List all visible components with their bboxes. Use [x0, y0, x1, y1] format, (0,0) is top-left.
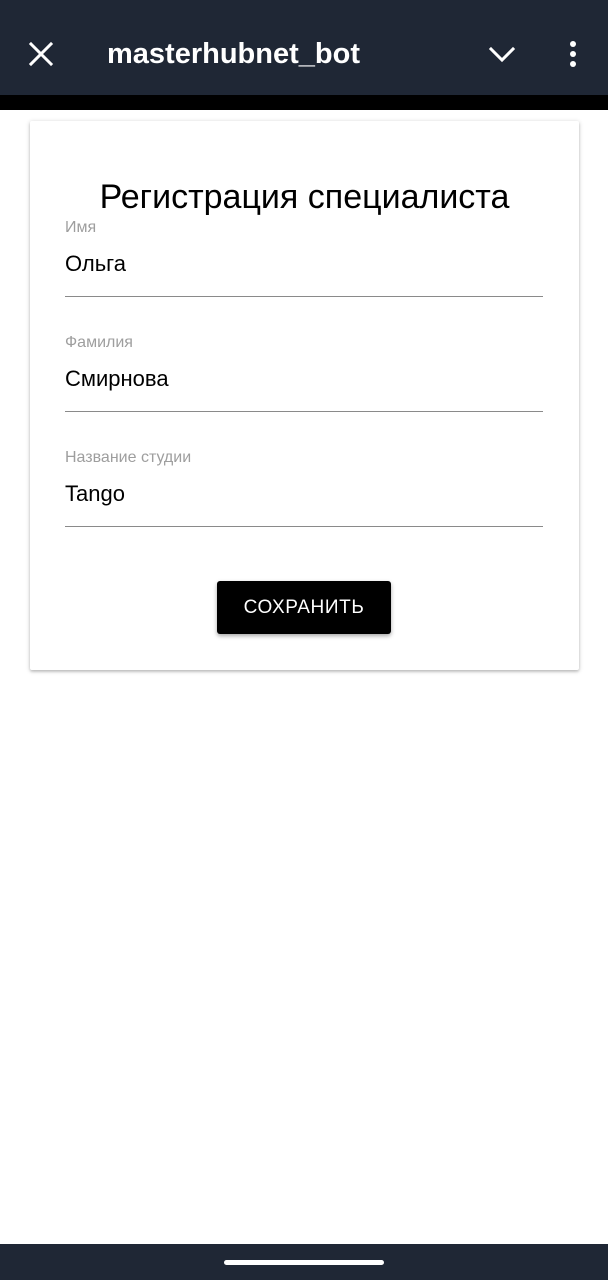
first-name-underline — [65, 296, 543, 297]
bot-title: masterhubnet_bot — [107, 38, 360, 70]
studio-name-underline — [65, 526, 543, 527]
registration-card: Регистрация специалиста Имя Фамилия Назв… — [30, 121, 579, 670]
menu-button[interactable] — [556, 35, 590, 73]
last-name-label: Фамилия — [65, 334, 133, 351]
more-vertical-icon — [570, 41, 576, 67]
app-header: masterhubnet_bot — [0, 0, 608, 95]
form-title: Регистрация специалиста — [99, 178, 510, 216]
first-name-label: Имя — [65, 219, 97, 236]
last-name-input[interactable] — [65, 362, 543, 396]
close-icon — [28, 41, 54, 67]
first-name-field: Имя — [65, 219, 543, 299]
studio-name-field: Название студии — [65, 449, 543, 529]
studio-name-label: Название студии — [65, 449, 192, 466]
save-button[interactable]: СОХРАНИТЬ — [217, 581, 391, 634]
home-indicator[interactable] — [224, 1260, 384, 1265]
header-divider — [0, 95, 608, 110]
chevron-down-icon — [488, 46, 516, 63]
first-name-input[interactable] — [65, 247, 543, 281]
last-name-field: Фамилия — [65, 334, 543, 414]
close-button[interactable] — [22, 35, 60, 73]
system-nav-bar — [0, 1244, 608, 1280]
last-name-underline — [65, 411, 543, 412]
studio-name-input[interactable] — [65, 477, 543, 511]
collapse-button[interactable] — [483, 35, 521, 73]
